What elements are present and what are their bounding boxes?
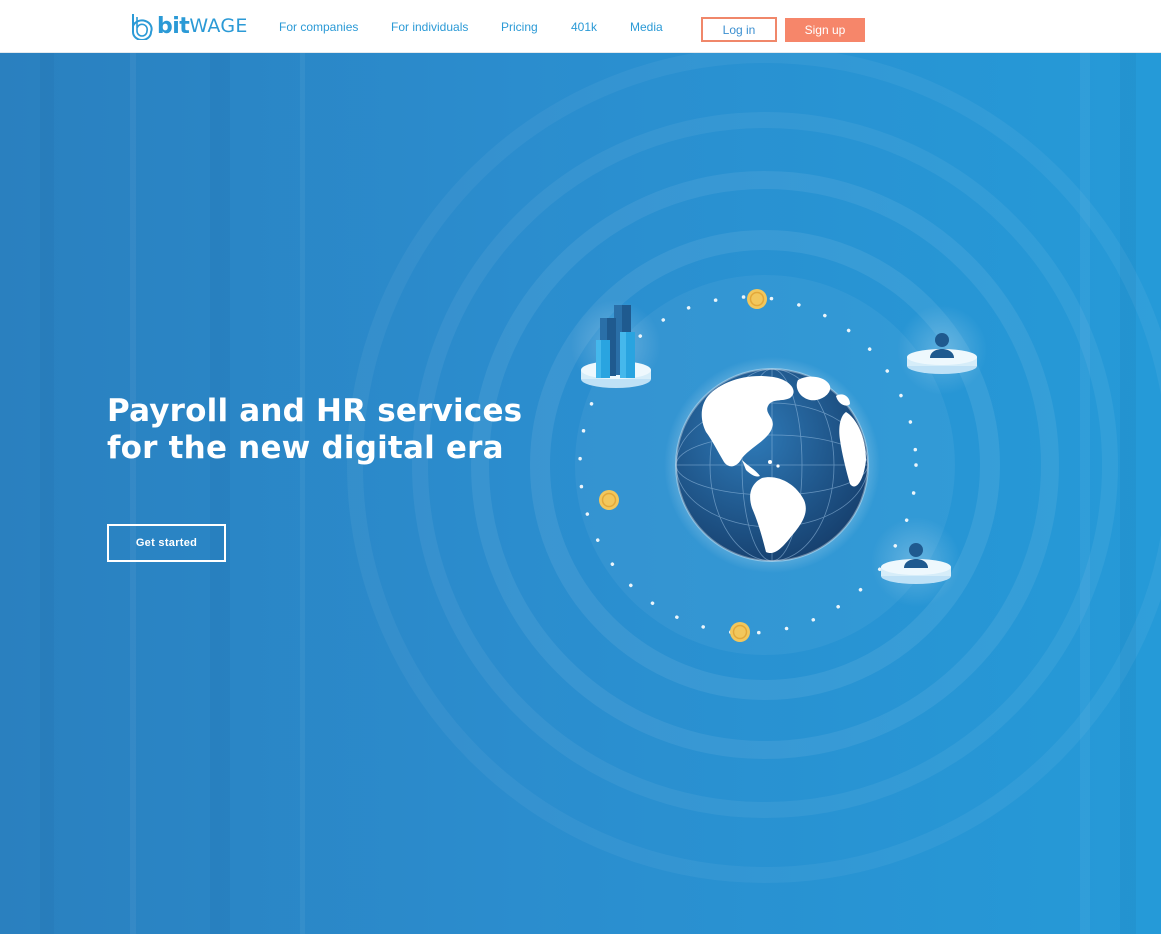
bitwage-logo[interactable]: bit WAGE xyxy=(130,10,248,42)
logo-text-wage: WAGE xyxy=(189,15,248,37)
globe-icon xyxy=(675,368,869,562)
get-started-button[interactable]: Get started xyxy=(107,524,226,562)
coin-icon xyxy=(730,622,750,642)
person-icon xyxy=(871,517,961,607)
nav-link-media[interactable]: Media xyxy=(630,20,663,34)
hero-headline-line-1: Payroll and HR services xyxy=(107,393,523,429)
person-icon xyxy=(897,305,987,395)
signup-button[interactable]: Sign up xyxy=(785,18,865,42)
hero-section: Payroll and HR services for the new digi… xyxy=(0,53,1161,934)
hero-headline: Payroll and HR services for the new digi… xyxy=(107,393,522,467)
hero-illustration xyxy=(40,53,1161,934)
coin-icon xyxy=(747,289,767,309)
bitwage-leaf-icon xyxy=(132,14,153,40)
nav-link-for-individuals[interactable]: For individuals xyxy=(391,20,468,34)
logo-text-bit: bit xyxy=(157,13,190,39)
nav-link-pricing[interactable]: Pricing xyxy=(501,20,538,34)
nav-link-for-companies[interactable]: For companies xyxy=(279,20,358,34)
hero-headline-line-2: for the new digital era xyxy=(107,430,504,466)
login-button[interactable]: Log in xyxy=(701,17,777,42)
buildings-icon xyxy=(571,300,661,390)
top-navigation-bar: bit WAGE For companies For individuals Pr… xyxy=(0,0,1161,53)
coin-icon xyxy=(599,490,619,510)
nav-link-401k[interactable]: 401k xyxy=(571,20,597,34)
